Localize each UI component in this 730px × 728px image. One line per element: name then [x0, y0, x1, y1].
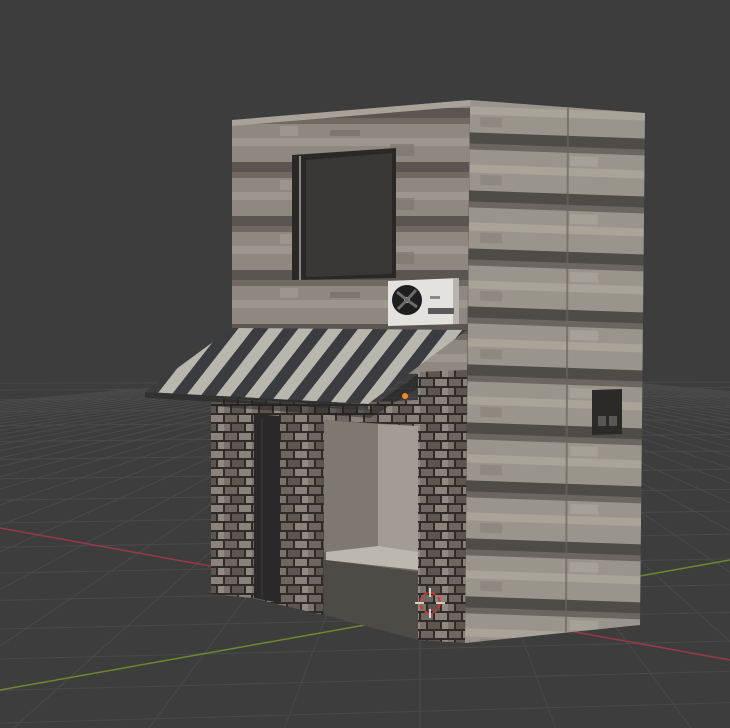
- 3d-viewport[interactable]: [0, 0, 730, 728]
- object-origin-dot[interactable]: [402, 393, 408, 399]
- ac-vent: [428, 308, 454, 314]
- recess-left-jamb: [324, 420, 378, 560]
- grid-line: [0, 702, 730, 724]
- shop-door[interactable]: [254, 414, 280, 603]
- box-body: [592, 389, 622, 435]
- sill-base: [324, 560, 418, 640]
- window-glass: [306, 153, 392, 277]
- upper-window[interactable]: [292, 148, 396, 280]
- box-socket-2: [609, 416, 617, 426]
- left-brick-pillar: [211, 398, 252, 598]
- air-conditioner-unit[interactable]: [388, 278, 459, 326]
- box-socket-1: [598, 416, 606, 426]
- shop-window[interactable]: [324, 420, 418, 640]
- right-brick-pillar: [418, 370, 467, 643]
- grid-line: [0, 670, 730, 691]
- grid-line: [0, 640, 730, 660]
- side-wall: [465, 100, 645, 643]
- ac-badge: [430, 296, 440, 299]
- ac-side: [453, 278, 459, 324]
- building-model[interactable]: [145, 100, 645, 643]
- door-panel: [254, 414, 280, 603]
- electric-box[interactable]: [592, 389, 622, 435]
